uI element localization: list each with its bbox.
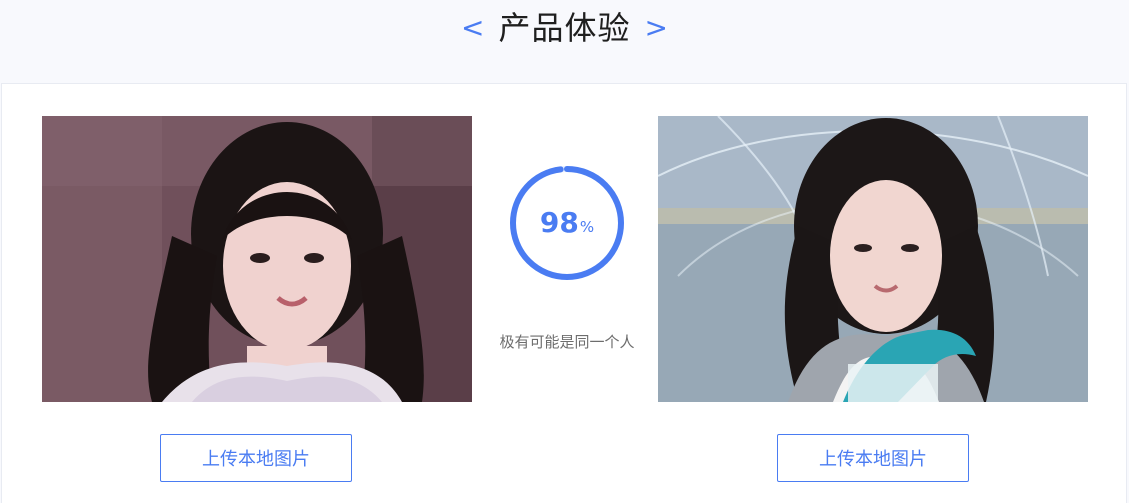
- left-face-illustration: [42, 116, 472, 402]
- left-face-photo: [42, 116, 472, 402]
- similarity-score-unit: %: [579, 217, 595, 236]
- page-header: < 产品体验 >: [0, 0, 1129, 83]
- chevron-left-icon: <: [461, 11, 485, 44]
- upload-left-image-button[interactable]: 上传本地图片: [160, 434, 352, 482]
- page-title: 产品体验: [498, 9, 631, 47]
- upload-right-image-button[interactable]: 上传本地图片: [777, 434, 969, 482]
- right-face-photo: [658, 116, 1088, 402]
- chevron-right-icon: >: [644, 11, 668, 44]
- match-result-text: 极有可能是同一个人: [499, 333, 635, 351]
- experience-panel: 98 % 极有可能是同一个人 上传本地图片 上传本地图片: [1, 83, 1127, 503]
- title-row: < 产品体验 >: [0, 6, 1129, 50]
- similarity-score-value: 98: [539, 206, 579, 239]
- similarity-score: 98 %: [510, 166, 624, 280]
- right-face-illustration: [658, 116, 1088, 402]
